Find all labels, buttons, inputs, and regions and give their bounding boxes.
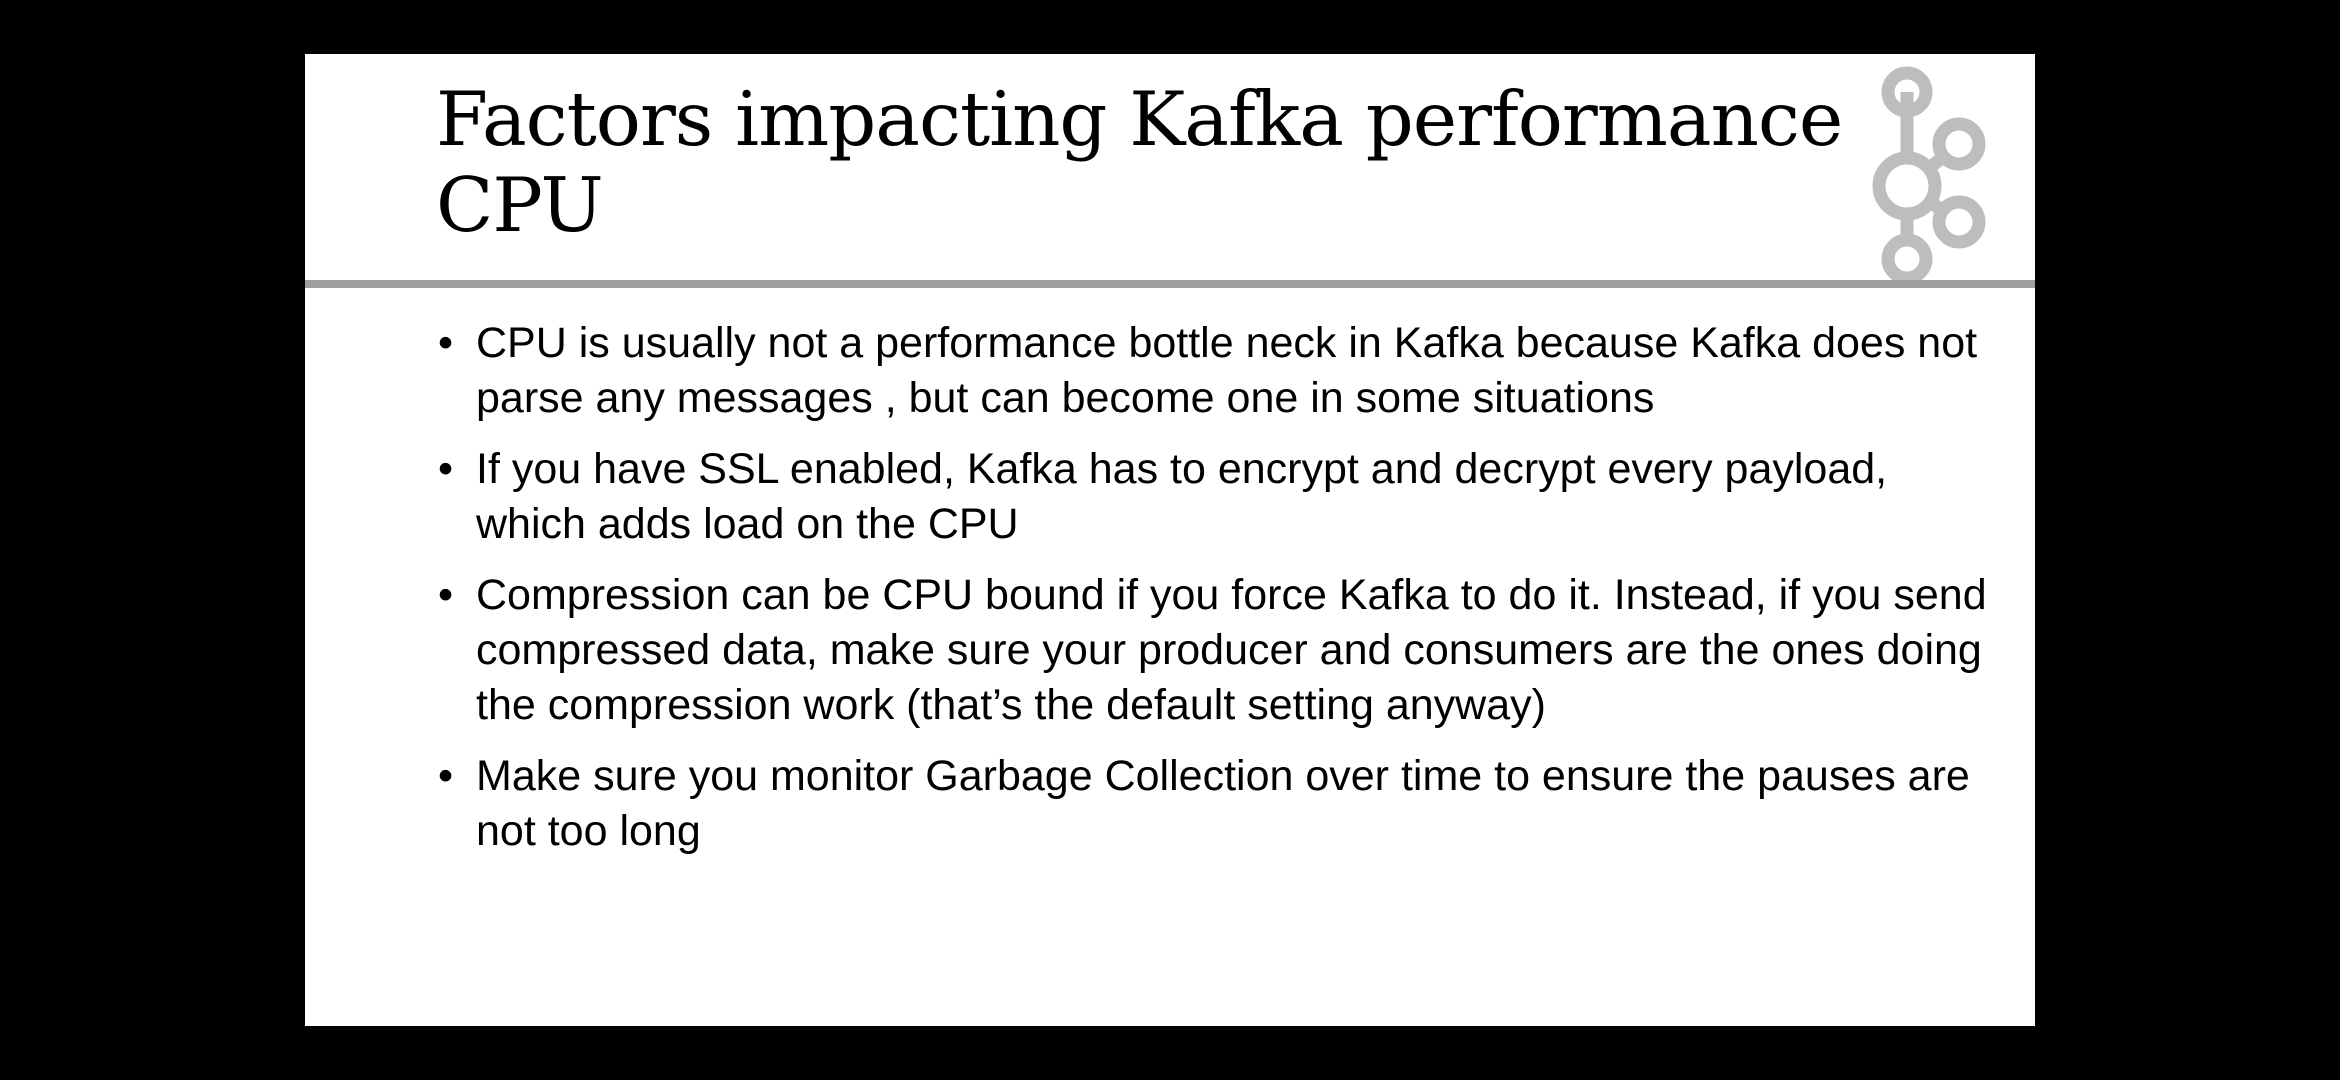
title-line-sub: CPU — [436, 161, 604, 249]
bullet-text: CPU is usually not a performance bottle … — [476, 319, 1978, 422]
slide-title: Factors impacting Kafka performance CPU — [436, 75, 1843, 249]
presentation-stage: Factors impacting Kafka performance CPU … — [0, 0, 2340, 1080]
bullet-marker: • — [438, 571, 454, 619]
bullet-item: • Make sure you monitor Garbage Collecti… — [438, 749, 1998, 859]
bullet-list: • CPU is usually not a performance bottl… — [438, 316, 1998, 875]
bullet-item: • CPU is usually not a performance bottl… — [438, 316, 1998, 426]
bullet-marker: • — [438, 445, 454, 493]
title-divider — [305, 280, 2035, 288]
slide: Factors impacting Kafka performance CPU … — [305, 54, 2035, 1026]
kafka-logo-icon — [1872, 66, 1986, 284]
title-line-main: Factors impacting Kafka performance — [436, 75, 1843, 163]
bullet-item: • If you have SSL enabled, Kafka has to … — [438, 442, 1998, 552]
bullet-marker: • — [438, 319, 454, 367]
bullet-text: Make sure you monitor Garbage Collection… — [476, 752, 1970, 855]
bullet-marker: • — [438, 752, 454, 800]
bullet-text: If you have SSL enabled, Kafka has to en… — [476, 445, 1888, 548]
bullet-text: Compression can be CPU bound if you forc… — [476, 571, 1987, 729]
bullet-item: • Compression can be CPU bound if you fo… — [438, 568, 1998, 733]
